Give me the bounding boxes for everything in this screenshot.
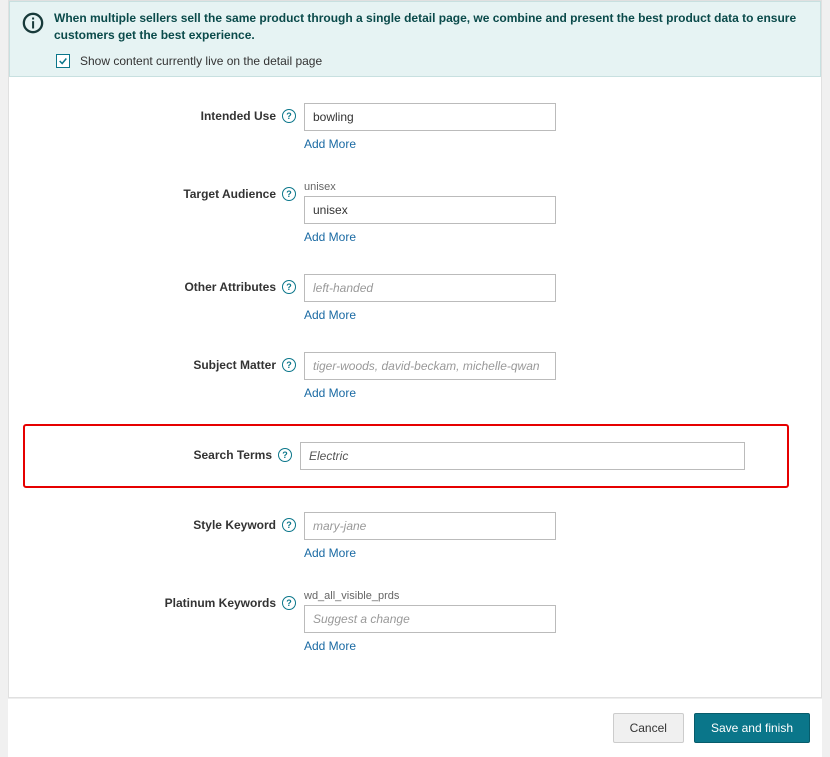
row-other-attributes: Other Attributes ? Add More (29, 268, 781, 328)
input-target-audience[interactable] (304, 196, 556, 224)
label-other-attributes: Other Attributes (184, 280, 276, 294)
footer: Cancel Save and finish (8, 698, 822, 757)
cancel-button[interactable]: Cancel (613, 713, 684, 743)
input-search-terms[interactable] (300, 442, 745, 470)
help-icon[interactable]: ? (282, 187, 296, 201)
label-platinum-keywords: Platinum Keywords (165, 596, 276, 610)
help-icon[interactable]: ? (282, 109, 296, 123)
label-subject-matter: Subject Matter (193, 358, 276, 372)
help-icon[interactable]: ? (282, 358, 296, 372)
input-subject-matter[interactable] (304, 352, 556, 380)
save-and-finish-button[interactable]: Save and finish (694, 713, 810, 743)
add-more-platinum-keywords[interactable]: Add More (304, 639, 356, 653)
add-more-other-attributes[interactable]: Add More (304, 308, 356, 322)
help-icon[interactable]: ? (278, 448, 292, 462)
input-style-keyword[interactable] (304, 512, 556, 540)
row-style-keyword: Style Keyword ? Add More (29, 506, 781, 566)
label-intended-use: Intended Use (201, 109, 276, 123)
info-icon (22, 12, 44, 34)
info-text: When multiple sellers sell the same prod… (54, 10, 808, 44)
show-live-content-label: Show content currently live on the detai… (80, 54, 322, 68)
help-icon[interactable]: ? (282, 280, 296, 294)
show-live-content-checkbox[interactable] (56, 54, 70, 68)
add-more-intended-use[interactable]: Add More (304, 137, 356, 151)
add-more-target-audience[interactable]: Add More (304, 230, 356, 244)
input-platinum-keywords[interactable] (304, 605, 556, 633)
row-search-terms: Search Terms ? (23, 424, 789, 488)
input-other-attributes[interactable] (304, 274, 556, 302)
row-target-audience: Target Audience ? unisex Add More (29, 175, 781, 250)
help-icon[interactable]: ? (282, 518, 296, 532)
label-style-keyword: Style Keyword (193, 518, 276, 532)
label-search-terms: Search Terms (194, 448, 273, 462)
help-icon[interactable]: ? (282, 596, 296, 610)
row-subject-matter: Subject Matter ? Add More (29, 346, 781, 406)
add-more-subject-matter[interactable]: Add More (304, 386, 356, 400)
row-intended-use: Intended Use ? Add More (29, 97, 781, 157)
hint-target-audience: unisex (304, 181, 781, 193)
input-intended-use[interactable] (304, 103, 556, 131)
info-banner: When multiple sellers sell the same prod… (9, 1, 821, 77)
label-target-audience: Target Audience (183, 187, 276, 201)
add-more-style-keyword[interactable]: Add More (304, 546, 356, 560)
row-platinum-keywords: Platinum Keywords ? wd_all_visible_prds … (29, 584, 781, 659)
hint-platinum-keywords: wd_all_visible_prds (304, 590, 781, 602)
